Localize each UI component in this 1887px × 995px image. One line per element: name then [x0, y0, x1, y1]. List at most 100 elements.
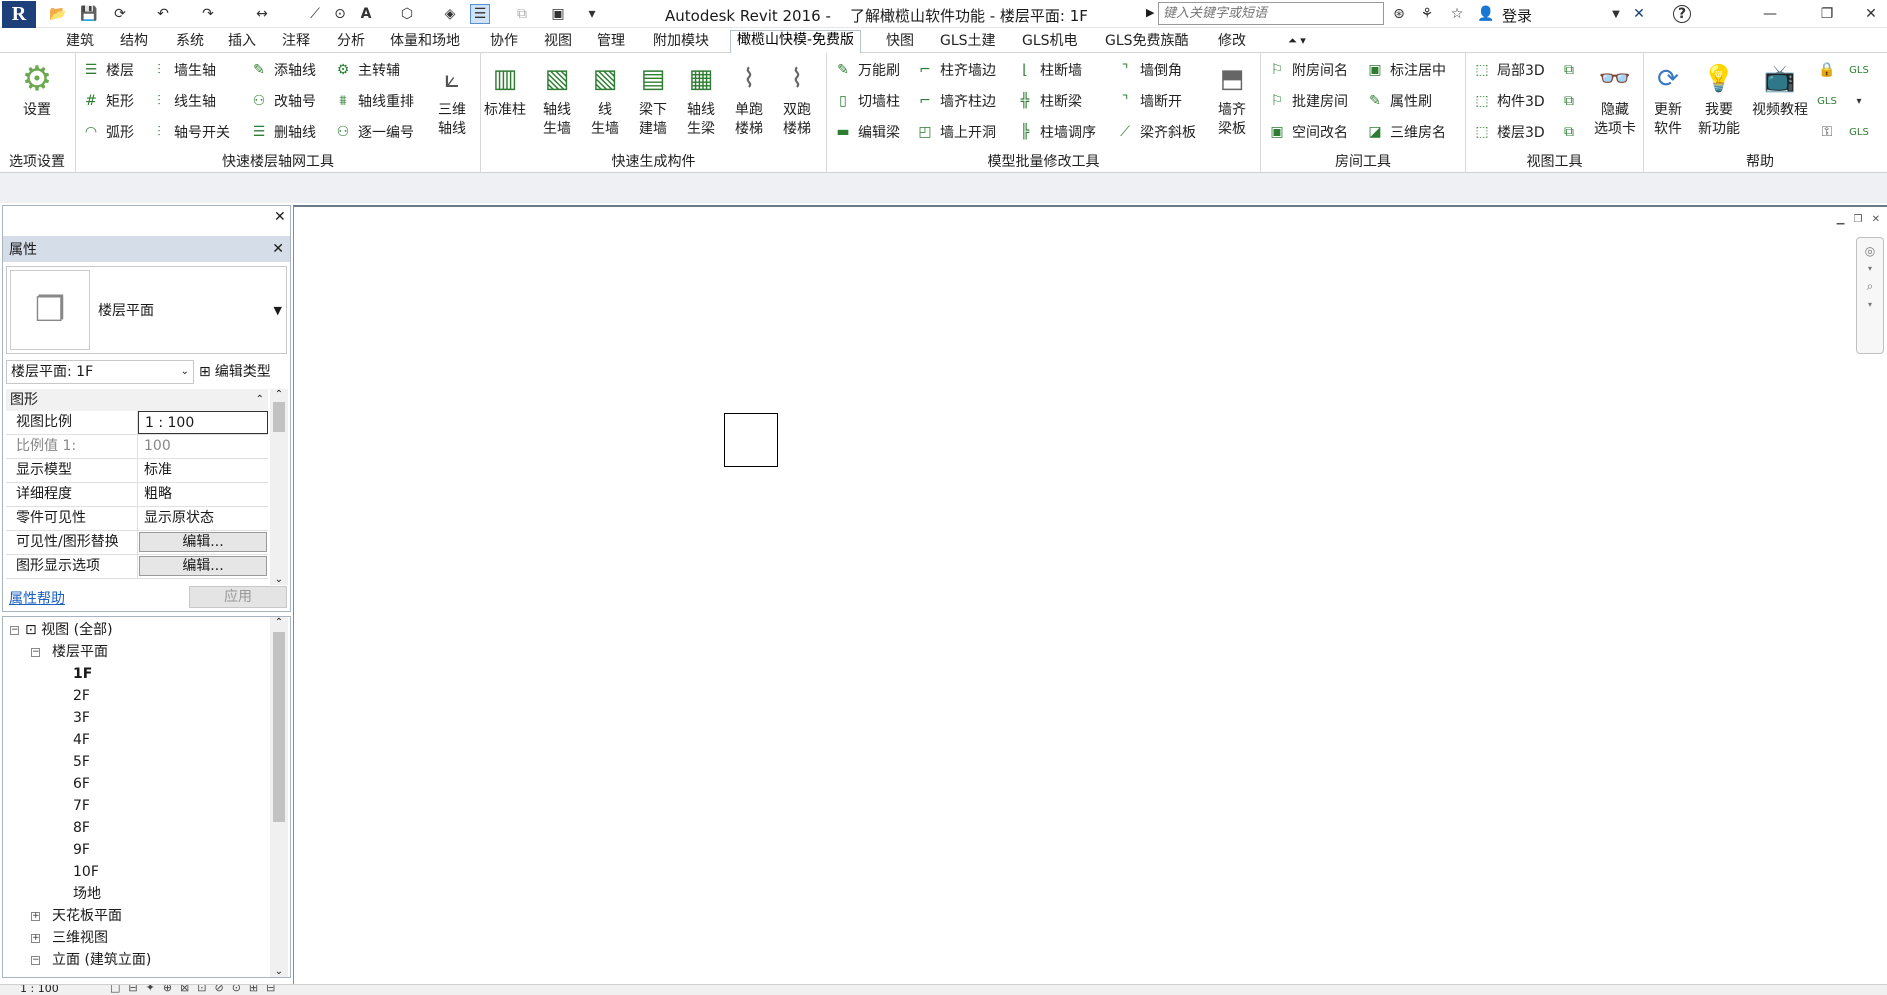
- wall-align-column-tool[interactable]: ⌐ 墙齐柱边: [916, 90, 996, 112]
- navigation-bar[interactable]: ◎ ▾ ⌕ ▾: [1856, 237, 1884, 354]
- new-feature-button[interactable]: 💡 我要 新功能: [1694, 57, 1744, 139]
- revit-logo-icon[interactable]: R: [2, 1, 36, 28]
- tree-level[interactable]: 2F: [73, 685, 90, 707]
- undo-icon[interactable]: ↶: [153, 4, 173, 24]
- properties-help-link[interactable]: 属性帮助: [9, 588, 65, 608]
- close-icon[interactable]: ✕: [1861, 4, 1881, 24]
- tab-addins[interactable]: 附加模块: [653, 32, 709, 52]
- selection-box[interactable]: [724, 413, 778, 467]
- open-icon[interactable]: 📂: [48, 4, 68, 24]
- wall-chamfer-tool[interactable]: ⌝ 墙倒角: [1116, 59, 1182, 81]
- login-button[interactable]: 登录: [1502, 5, 1532, 26]
- property-brush-tool[interactable]: ✎ 属性刷: [1366, 90, 1432, 112]
- view-controls-icons[interactable]: □⊟✦⊕⊠⊡⊘⊙⊞⊟: [110, 985, 283, 994]
- column-break-wall-tool[interactable]: ⌊ 柱断墙: [1016, 59, 1082, 81]
- tree-level[interactable]: 8F: [73, 817, 90, 839]
- tab-gls-free-family[interactable]: GLS免费族酷: [1105, 32, 1189, 52]
- rename-space-tool[interactable]: ▣ 空间改名: [1268, 121, 1348, 143]
- lock-tool[interactable]: 🔒: [1818, 59, 1836, 81]
- add-axis-tool[interactable]: ✎ 添轴线: [250, 59, 316, 81]
- scroll-thumb[interactable]: [273, 632, 285, 822]
- redo-icon[interactable]: ↷: [198, 4, 218, 24]
- binoculars-icon[interactable]: ⊛: [1389, 4, 1409, 24]
- tree-level[interactable]: 10F: [73, 861, 99, 883]
- view-tool-c[interactable]: ⧉: [1560, 121, 1578, 143]
- browser-scrollbar[interactable]: ⌃ ⌄: [270, 617, 288, 977]
- wall-opening-tool[interactable]: ◰ 墙上开洞: [916, 121, 996, 143]
- axis-to-wall-button[interactable]: ▧ 轴线 生墙: [535, 57, 579, 139]
- view-tool-b[interactable]: ⧉: [1560, 90, 1578, 112]
- 3d-view-icon[interactable]: ⬡: [397, 4, 417, 24]
- drawing-area[interactable]: ▁ ❐ ✕ ◎ ▾ ⌕ ▾: [293, 205, 1887, 984]
- dimension-icon[interactable]: ⟋: [305, 4, 325, 24]
- restore-icon[interactable]: ❐: [1817, 4, 1837, 24]
- tab-annotate[interactable]: 注释: [282, 32, 310, 52]
- tab-modify[interactable]: 修改: [1218, 32, 1246, 52]
- tree-floor-plans[interactable]: 楼层平面: [52, 641, 108, 663]
- customize-qat-icon[interactable]: ▾: [582, 4, 602, 24]
- tree-level[interactable]: 1F: [73, 663, 92, 685]
- expand-icon[interactable]: +: [31, 912, 40, 921]
- measure-icon[interactable]: ↔: [252, 4, 272, 24]
- tree-ceiling-plans[interactable]: 天花板平面: [52, 905, 122, 927]
- subscription-icon[interactable]: ⚘: [1417, 4, 1437, 24]
- local-3d-tool[interactable]: ⬚ 局部3D: [1473, 59, 1544, 81]
- center-label-tool[interactable]: ▣ 标注居中: [1366, 59, 1446, 81]
- tree-level[interactable]: 6F: [73, 773, 90, 795]
- line-to-wall-button[interactable]: ▧ 线 生墙: [583, 57, 627, 139]
- tree-root[interactable]: ⊡ 视图 (全部): [25, 619, 113, 641]
- dropdown-icon[interactable]: ▾: [1868, 264, 1872, 273]
- sync-icon[interactable]: ⟳: [110, 4, 130, 24]
- group-header[interactable]: 图形 ⌃: [6, 389, 268, 411]
- tree-level[interactable]: 9F: [73, 839, 90, 861]
- ribbon-minimize-icon[interactable]: ⏶ ▾: [1288, 32, 1306, 52]
- component-3d-tool[interactable]: ⬚ 构件3D: [1473, 90, 1544, 112]
- close-icon[interactable]: ✕: [274, 209, 286, 225]
- axis-number-toggle-tool[interactable]: ⫶ 轴号开关: [150, 121, 230, 143]
- number-one-by-one-tool[interactable]: ⚇ 逐一编号: [334, 121, 414, 143]
- instance-selector[interactable]: 楼层平面: 1F ⌄: [6, 360, 194, 384]
- tab-manage[interactable]: 管理: [597, 32, 625, 52]
- beam-align-slab-tool[interactable]: ⟋ 梁齐斜板: [1116, 121, 1196, 143]
- zoom-icon[interactable]: ⌕: [1867, 279, 1874, 294]
- close-hidden-icon[interactable]: ⧉: [512, 4, 532, 24]
- dropdown-icon[interactable]: ▾: [1868, 300, 1872, 309]
- wall-align-beam-slab-button[interactable]: ⬒ 墙齐 梁板: [1210, 57, 1254, 139]
- view-scale[interactable]: 1 : 100: [20, 985, 59, 995]
- tree-level[interactable]: 3F: [73, 707, 90, 729]
- minimize-icon[interactable]: —: [1760, 4, 1780, 24]
- tree-elevations[interactable]: 立面 (建筑立面): [52, 949, 151, 971]
- settings-button[interactable]: ⚙ 设置: [14, 57, 60, 120]
- tree-3d-views[interactable]: 三维视图: [52, 927, 108, 949]
- standard-column-button[interactable]: ▥ 标准柱: [483, 57, 527, 120]
- gls-tool-2[interactable]: GLS: [1849, 59, 1869, 81]
- gls-tool[interactable]: GLS: [1817, 90, 1837, 112]
- user-icon[interactable]: 👤: [1476, 4, 1496, 24]
- tree-level[interactable]: 7F: [73, 795, 90, 817]
- thin-lines-icon[interactable]: ☰: [470, 4, 490, 24]
- single-run-stair-button[interactable]: ⌇ 单跑 楼梯: [727, 57, 771, 139]
- collapse-icon[interactable]: −: [10, 626, 19, 635]
- tab-olive-mountain[interactable]: 橄榄山快模-免费版: [730, 30, 862, 53]
- collapse-icon[interactable]: −: [31, 956, 40, 965]
- scroll-down-icon[interactable]: ⌄: [270, 966, 288, 977]
- attach-room-name-tool[interactable]: ⚐ 附房间名: [1268, 59, 1348, 81]
- tab-view[interactable]: 视图: [544, 32, 572, 52]
- tree-level[interactable]: 场地: [73, 883, 101, 905]
- tree-level[interactable]: 4F: [73, 729, 90, 751]
- tab-collaborate[interactable]: 协作: [490, 32, 518, 52]
- column-break-beam-tool[interactable]: ╬ 柱断梁: [1016, 90, 1082, 112]
- main-to-aux-tool[interactable]: ⚙ 主转辅: [334, 59, 400, 81]
- scroll-up-icon[interactable]: ⌃: [270, 617, 288, 628]
- wall-under-beam-button[interactable]: ▤ 梁下 建墙: [631, 57, 675, 139]
- floor-tool[interactable]: ☰ 楼层: [82, 59, 134, 81]
- tab-gls-civil[interactable]: GLS土建: [940, 32, 996, 52]
- switch-windows-icon[interactable]: ▣: [548, 4, 568, 24]
- video-tutorial-button[interactable]: 📺 视频教程: [1748, 57, 1812, 120]
- delete-axis-tool[interactable]: ☰ 删轴线: [250, 121, 316, 143]
- key-tool[interactable]: ⚿: [1818, 121, 1836, 143]
- universal-brush-tool[interactable]: ✎ 万能刷: [834, 59, 900, 81]
- edit-button[interactable]: 编辑...: [139, 532, 267, 552]
- 3d-room-name-tool[interactable]: ◪ 三维房名: [1366, 121, 1446, 143]
- update-software-button[interactable]: ⟳ 更新 软件: [1646, 57, 1690, 139]
